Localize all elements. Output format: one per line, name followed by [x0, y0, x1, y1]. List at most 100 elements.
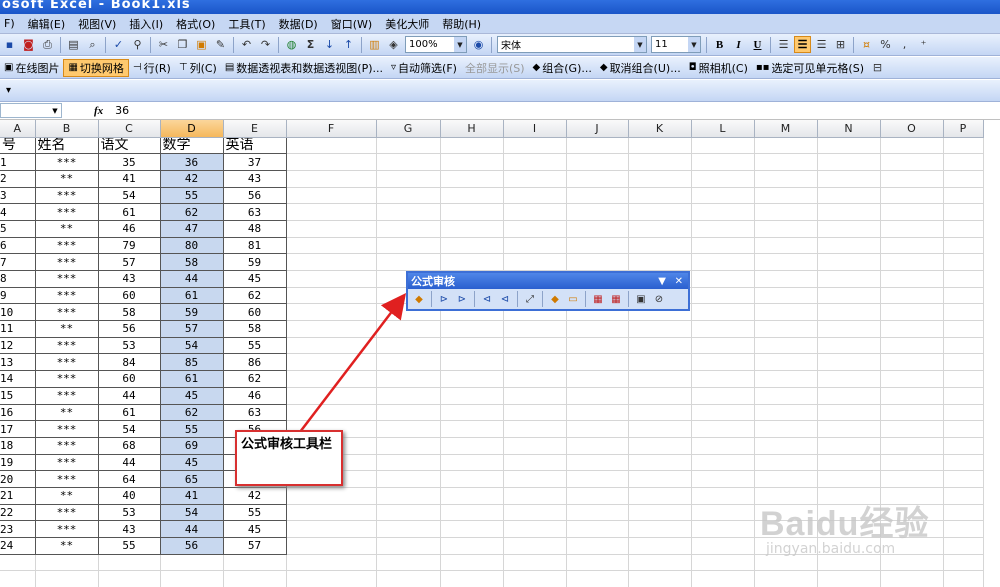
- insert-function-icon[interactable]: fx: [94, 105, 103, 117]
- cell[interactable]: 56: [160, 537, 224, 555]
- cell[interactable]: [286, 170, 377, 188]
- cell[interactable]: [376, 203, 441, 221]
- cell[interactable]: [503, 203, 567, 221]
- cell[interactable]: [817, 353, 881, 372]
- search-icon[interactable]: ⌕: [84, 36, 101, 53]
- cell[interactable]: [503, 437, 567, 455]
- cell[interactable]: ***: [35, 153, 99, 171]
- new-comment-icon[interactable]: ▭: [565, 291, 581, 307]
- cell[interactable]: [817, 570, 881, 587]
- cell[interactable]: 54: [160, 504, 224, 522]
- cell[interactable]: [943, 187, 984, 205]
- cell[interactable]: 85: [160, 353, 224, 372]
- cell[interactable]: 57: [160, 320, 224, 338]
- cell[interactable]: [376, 187, 441, 205]
- menu-help[interactable]: 帮助(H): [438, 16, 490, 32]
- cell[interactable]: [691, 570, 755, 587]
- cell[interactable]: [754, 470, 818, 488]
- cell[interactable]: [754, 370, 818, 388]
- cell[interactable]: [376, 137, 441, 155]
- cell[interactable]: [943, 253, 984, 271]
- cell[interactable]: [223, 554, 287, 572]
- cell[interactable]: [754, 270, 818, 288]
- cell[interactable]: [628, 470, 692, 488]
- underline-button[interactable]: U: [749, 36, 766, 53]
- cell[interactable]: [817, 237, 881, 255]
- cell[interactable]: [566, 337, 629, 355]
- cell[interactable]: [943, 303, 984, 322]
- cell[interactable]: [376, 554, 441, 572]
- cell[interactable]: [754, 337, 818, 355]
- cell[interactable]: [691, 537, 755, 555]
- cell[interactable]: 86: [223, 353, 287, 372]
- sort-descending-icon[interactable]: ↑: [340, 36, 357, 53]
- cell[interactable]: 62: [160, 404, 224, 422]
- cell[interactable]: [880, 353, 944, 372]
- cell[interactable]: 45: [160, 454, 224, 472]
- header-cell[interactable]: 语文: [98, 137, 161, 155]
- cell[interactable]: [566, 353, 629, 372]
- cell[interactable]: [691, 187, 755, 205]
- cell[interactable]: [880, 220, 944, 238]
- menu-tools[interactable]: 工具(T): [224, 16, 274, 32]
- cell[interactable]: [880, 570, 944, 587]
- cell[interactable]: [566, 470, 629, 488]
- cell[interactable]: [817, 470, 881, 488]
- cell[interactable]: [286, 353, 377, 372]
- undo-icon[interactable]: ↶: [238, 36, 255, 53]
- cell[interactable]: [817, 320, 881, 338]
- cell[interactable]: [943, 470, 984, 488]
- bold-button[interactable]: B: [711, 36, 728, 53]
- column-header[interactable]: L: [691, 120, 755, 138]
- cell[interactable]: [628, 387, 692, 405]
- cell[interactable]: [440, 320, 504, 338]
- font-select[interactable]: 宋体 ▼: [497, 36, 647, 53]
- cell[interactable]: [376, 153, 441, 171]
- cell[interactable]: [503, 337, 567, 355]
- cell[interactable]: 5: [0, 220, 36, 238]
- cell[interactable]: [691, 487, 755, 505]
- cell[interactable]: [440, 220, 504, 238]
- cell[interactable]: [817, 420, 881, 438]
- cell[interactable]: [440, 470, 504, 488]
- cell[interactable]: 54: [98, 187, 161, 205]
- cell[interactable]: [566, 520, 629, 538]
- column-header[interactable]: H: [440, 120, 504, 138]
- cell[interactable]: [880, 137, 944, 155]
- cell[interactable]: 6: [0, 237, 36, 255]
- cell[interactable]: 60: [98, 287, 161, 305]
- cell[interactable]: [376, 220, 441, 238]
- cell[interactable]: [817, 404, 881, 422]
- zoom-select[interactable]: 100% ▼: [405, 36, 467, 53]
- cell[interactable]: [286, 537, 377, 555]
- cell[interactable]: 45: [223, 270, 287, 288]
- error-checking-icon[interactable]: ◆: [411, 291, 427, 307]
- cell[interactable]: [628, 153, 692, 171]
- cell[interactable]: [503, 353, 567, 372]
- close-icon[interactable]: ✕: [675, 273, 683, 289]
- cell[interactable]: ***: [35, 353, 99, 372]
- cell[interactable]: [566, 437, 629, 455]
- cell[interactable]: [628, 187, 692, 205]
- show-all-button[interactable]: 全部显示(S): [461, 59, 529, 77]
- column-header[interactable]: C: [98, 120, 161, 138]
- cell[interactable]: ***: [35, 370, 99, 388]
- column-header[interactable]: E: [223, 120, 287, 138]
- cell[interactable]: [566, 137, 629, 155]
- cell[interactable]: [376, 253, 441, 271]
- cell[interactable]: [566, 203, 629, 221]
- cell[interactable]: [440, 404, 504, 422]
- cell[interactable]: [376, 387, 441, 405]
- cell[interactable]: [943, 454, 984, 472]
- cell[interactable]: 37: [223, 153, 287, 171]
- cell[interactable]: [943, 337, 984, 355]
- cell[interactable]: ***: [35, 454, 99, 472]
- cell[interactable]: [754, 170, 818, 188]
- cell[interactable]: 42: [223, 487, 287, 505]
- group-button[interactable]: ◆ 组合(G)...: [529, 59, 596, 77]
- cell[interactable]: **: [35, 320, 99, 338]
- cell[interactable]: ***: [35, 303, 99, 322]
- cell[interactable]: ***: [35, 420, 99, 438]
- cell[interactable]: [943, 170, 984, 188]
- cell[interactable]: 1: [0, 153, 36, 171]
